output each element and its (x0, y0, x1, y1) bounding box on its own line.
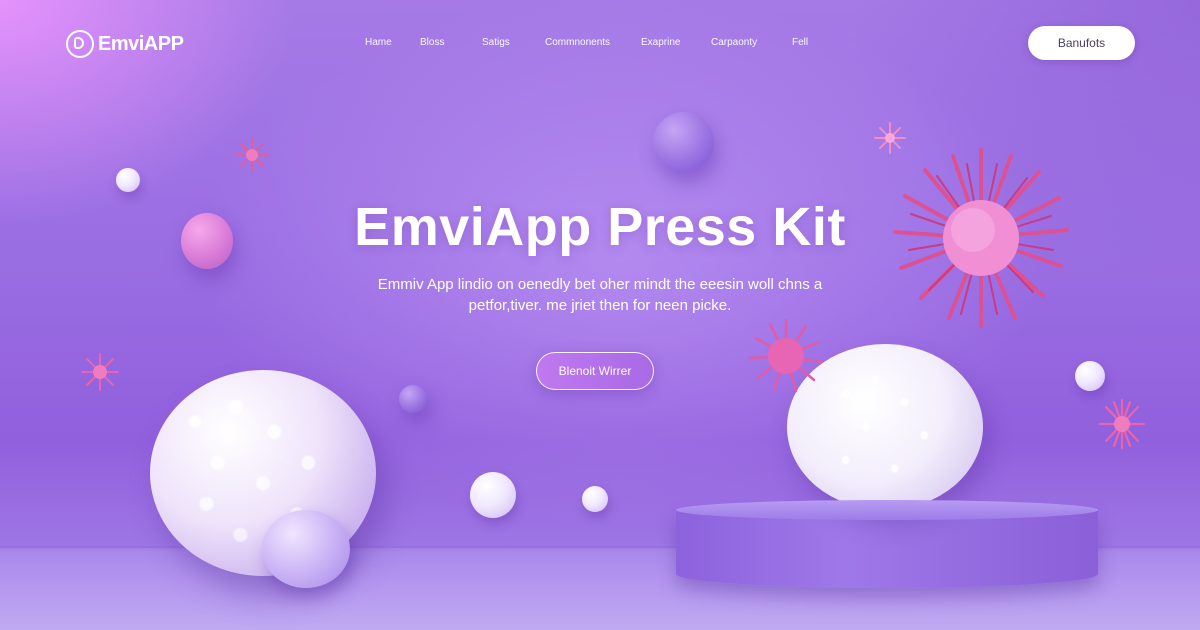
decor-pink-flower-top (874, 122, 906, 154)
decor-small-purple-orb (399, 385, 427, 413)
nav-cta-button[interactable]: Banufots (1028, 26, 1135, 60)
decor-pink-flower-left (81, 353, 119, 391)
decor-white-bead (116, 168, 140, 192)
decor-pearl-small (582, 486, 608, 512)
decor-pink-pompom (748, 318, 824, 393)
brand-name: EmviAPP (98, 32, 184, 55)
decor-pearl-large (470, 472, 516, 518)
decor-purple-orb (653, 112, 714, 173)
pedestal-top (676, 500, 1098, 520)
hero-subtitle: Emmiv App lindio on oenedly bet oher min… (350, 274, 850, 316)
pedestal-body (676, 510, 1098, 588)
decor-pedestal (676, 500, 1098, 592)
logo-mark-icon (66, 30, 94, 58)
hero-title: EmviApp Press Kit (354, 197, 846, 257)
nav-item-explore[interactable]: Exaprine (641, 37, 680, 48)
nav-item-company[interactable]: Carpaonty (711, 37, 757, 48)
nav-item-settings[interactable]: Satigs (482, 37, 510, 48)
hero-subtitle-line-2: petfor,tiver. me jriet then for neen pic… (468, 297, 732, 314)
decor-pink-flower-right (1098, 398, 1146, 450)
nav-item-components[interactable]: Commnonents (545, 37, 610, 48)
nav-item-blog[interactable]: Bloss (420, 37, 444, 48)
decor-pearl-right (1075, 361, 1105, 391)
nav-item-home[interactable]: Hame (365, 37, 392, 48)
decor-lilac-ball (262, 510, 350, 588)
hero-cta-button[interactable]: Blenoit Wirrer (536, 352, 654, 390)
brand-logo[interactable]: EmviAPP (66, 28, 184, 60)
nav-item-feel[interactable]: Fell (792, 37, 808, 48)
hero-subtitle-line-1: Emmiv App lindio on oenedly bet oher min… (377, 276, 823, 293)
decor-small-pink-flower (235, 138, 269, 172)
